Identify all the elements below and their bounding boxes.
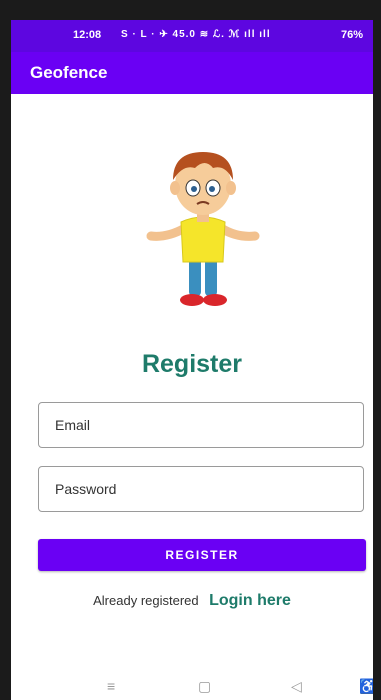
left-shoe (180, 294, 204, 306)
password-field[interactable] (38, 466, 364, 512)
app-bar: Geofence (11, 52, 373, 94)
email-field[interactable] (38, 402, 364, 448)
right-shoe (203, 294, 227, 306)
email-input[interactable] (39, 403, 363, 447)
login-prompt: Already registered Login here (11, 592, 373, 610)
home-icon[interactable]: ▢ (198, 678, 211, 695)
status-icons: S · L · ✈ 45.0 ≋ ℒ. ℳ ıll ıll (121, 29, 271, 40)
accessibility-icon[interactable]: ♿ (359, 678, 373, 695)
app-title: Geofence (30, 63, 108, 82)
back-icon[interactable]: ◁ (291, 678, 302, 695)
recent-apps-icon[interactable]: ≡ (107, 678, 115, 694)
phone-screen: 12:08 S · L · ✈ 45.0 ≋ ℒ. ℳ ıll ıll 76% … (11, 20, 373, 700)
already-registered-text: Already registered (93, 593, 199, 608)
status-bar: 12:08 S · L · ✈ 45.0 ≋ ℒ. ℳ ıll ıll 76% (11, 20, 373, 52)
login-link[interactable]: Login here (209, 592, 291, 609)
battery-level: 76% (340, 29, 363, 41)
register-button[interactable]: REGISTER (38, 539, 366, 571)
left-leg (189, 258, 201, 296)
right-leg (205, 258, 217, 296)
shirt (180, 216, 226, 263)
password-input[interactable] (39, 467, 363, 511)
register-heading: Register (141, 350, 243, 378)
left-ear (170, 181, 180, 195)
status-time: 12:08 (73, 29, 102, 41)
left-pupil (191, 186, 197, 192)
confused-boy-illustration (146, 152, 260, 306)
system-nav-bar: ≡ ▢ ◁ ♿ (11, 675, 373, 700)
right-ear (226, 181, 236, 195)
right-arm (216, 223, 260, 241)
right-pupil (209, 186, 215, 192)
left-arm (146, 223, 190, 241)
